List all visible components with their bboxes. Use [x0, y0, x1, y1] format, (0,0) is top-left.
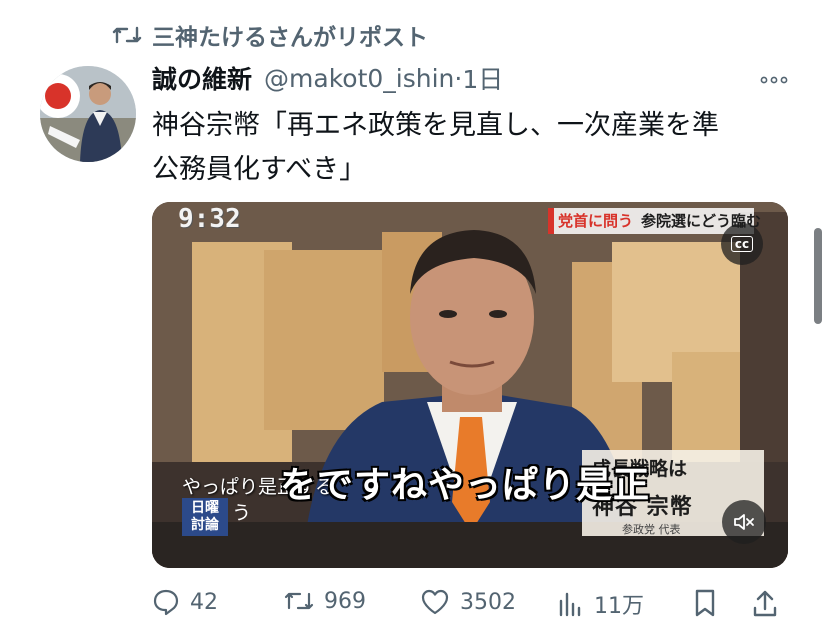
bookmark-button[interactable] [692, 588, 718, 618]
repost-icon [284, 588, 314, 614]
like-count: 3502 [460, 589, 516, 615]
share-icon [752, 588, 778, 618]
timestamp[interactable]: 1日 [462, 60, 503, 96]
tweet-text-line: 神谷宗幣「再エネ政策を見直し、一次産業を準 [152, 110, 719, 141]
small-caption-2: う [232, 502, 252, 524]
views-button[interactable]: 11万 [556, 588, 644, 620]
video-clock: 9:32 [178, 204, 241, 234]
tweet-header: 誠の維新 @makot0_ishin · 1日 [152, 60, 788, 96]
scrollbar[interactable] [814, 228, 822, 324]
bookmark-icon [692, 588, 718, 618]
share-button[interactable] [752, 588, 778, 618]
tweet-actions: 42 969 3502 11万 [152, 588, 788, 624]
display-name[interactable]: 誠の維新 [152, 60, 252, 96]
like-button[interactable]: 3502 [420, 588, 516, 616]
tweet-text-line: 公務員化すべき」 [152, 154, 367, 185]
more-options-icon[interactable] [760, 62, 788, 90]
cc-label: cc [730, 236, 754, 252]
repost-text: 三神たけるさんがリポスト [152, 25, 428, 51]
show-logo-line2: 討論 [191, 517, 219, 533]
avatar[interactable] [40, 66, 136, 162]
repost-count: 969 [324, 588, 366, 614]
views-chart-icon [556, 590, 584, 618]
reply-icon [152, 588, 180, 616]
big-subtitle: をですねやっぱり是正 [280, 464, 651, 506]
heart-icon [420, 588, 450, 616]
volume-muted-icon[interactable] [724, 502, 764, 542]
show-logo-line1: 日曜 [191, 500, 219, 516]
tweet-text: 神谷宗幣「再エネ政策を見直し、一次産業を準 公務員化すべき」 [152, 104, 792, 192]
reply-button[interactable]: 42 [152, 588, 218, 616]
video-player[interactable]: 9:32 党首に問う 参院選にどう臨む cc 成長戦略は 神谷 宗幣 参政党 代… [152, 202, 788, 568]
banner-label: 党首に問う [558, 212, 634, 230]
separator: · [454, 63, 463, 93]
reply-count: 42 [190, 589, 218, 615]
views-count: 11万 [594, 594, 644, 619]
repost-button[interactable]: 969 [284, 588, 366, 614]
show-logo: 日曜 討論 [184, 500, 226, 534]
handle[interactable]: @makot0_ishin [264, 64, 454, 93]
repost-indicator[interactable]: 三神たけるさんがリポスト [112, 18, 428, 52]
repost-icon [112, 23, 142, 47]
closed-captions-icon[interactable]: cc [721, 223, 763, 265]
